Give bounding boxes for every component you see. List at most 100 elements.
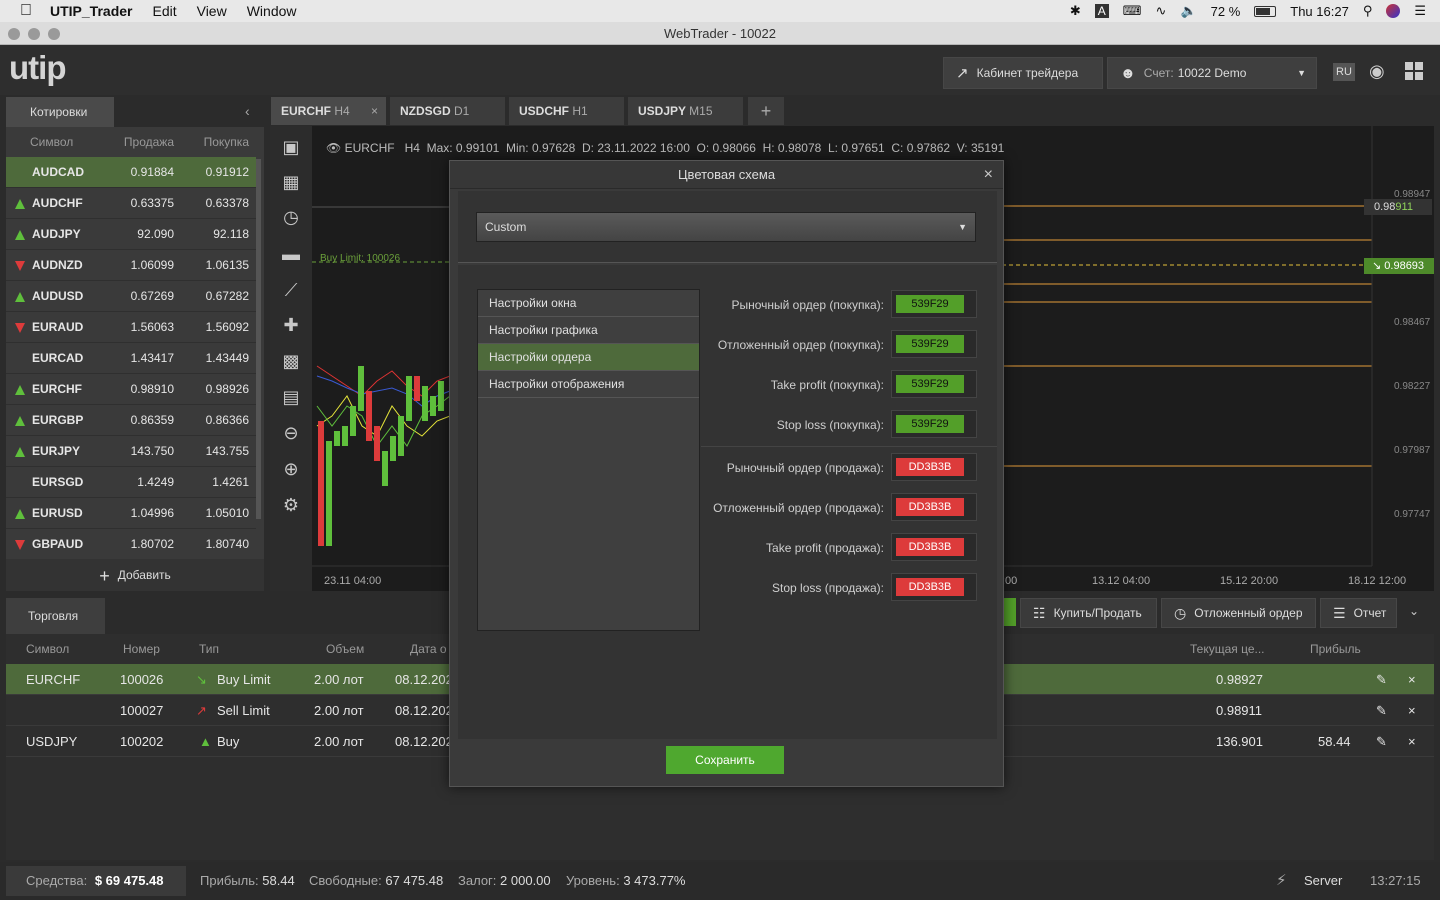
tab-symbol: USDJPY bbox=[638, 104, 686, 118]
edit-icon[interactable]: ✎ bbox=[1376, 703, 1387, 719]
bluetooth-icon[interactable]: ✱ bbox=[1070, 3, 1081, 19]
quote-row-gbpaud[interactable]: GBPAUD 1.80702 1.80740 bbox=[6, 529, 256, 560]
add-tab-button[interactable]: + bbox=[748, 97, 784, 125]
quote-row-audusd[interactable]: AUDUSD 0.67269 0.67282 bbox=[6, 281, 256, 312]
col-symbol[interactable]: Символ bbox=[6, 135, 106, 149]
quote-row-audnzd[interactable]: AUDNZD 1.06099 1.06135 bbox=[6, 250, 256, 281]
candle bbox=[366, 391, 372, 441]
clock[interactable]: Thu 16:27 bbox=[1290, 4, 1349, 19]
quote-row-eursgd[interactable]: EURSGD 1.4249 1.4261 bbox=[6, 467, 256, 498]
crosshair-icon[interactable]: ✚ bbox=[280, 314, 302, 336]
sell-pending-order-color[interactable]: DD3B3B bbox=[891, 493, 977, 521]
col-volume[interactable]: Объем bbox=[326, 642, 364, 656]
sell-market-order-color[interactable]: DD3B3B bbox=[891, 453, 977, 481]
quote-row-euraud[interactable]: EURAUD 1.56063 1.56092 bbox=[6, 312, 256, 343]
quote-row-audjpy[interactable]: AUDJPY 92.090 92.118 bbox=[6, 219, 256, 250]
buy-stop-loss-color[interactable]: 539F29 bbox=[891, 410, 977, 438]
col-date[interactable]: Дата о bbox=[410, 642, 447, 656]
col-type[interactable]: Тип bbox=[199, 642, 219, 656]
buy-sell-button[interactable]: ☷ Купить/Продать bbox=[1020, 598, 1157, 628]
quote-row-eurusd[interactable]: EURUSD 1.04996 1.05010 bbox=[6, 498, 256, 529]
bar-chart-add-icon[interactable]: ▦ bbox=[280, 171, 302, 193]
col-ask[interactable]: Покупка bbox=[174, 135, 249, 149]
report-button[interactable]: ☰ Отчет bbox=[1320, 598, 1397, 628]
edit-icon[interactable]: ✎ bbox=[1376, 734, 1387, 750]
trendline-icon[interactable]: ⟋ bbox=[280, 279, 302, 301]
palette-icon[interactable]: ◉ bbox=[1369, 61, 1385, 82]
sell-take-profit-color[interactable]: DD3B3B bbox=[891, 533, 977, 561]
collapse-left-icon[interactable]: ‹ bbox=[245, 103, 250, 119]
close-tab-icon[interactable]: × bbox=[371, 97, 378, 125]
buy-take-profit-color[interactable]: 539F29 bbox=[891, 370, 977, 398]
timeframe-clock-icon[interactable]: ◷ bbox=[280, 206, 302, 228]
tab-chart-usdjpy[interactable]: USDJPY M15 bbox=[628, 97, 743, 125]
col-current-price[interactable]: Текущая це... bbox=[1190, 642, 1265, 656]
menu-edit[interactable]: Edit bbox=[152, 3, 176, 19]
chart-window-icon[interactable]: ▣ bbox=[280, 136, 302, 158]
keyboard-icon[interactable]: ⌨ bbox=[1123, 3, 1142, 19]
indicators-icon[interactable]: ▬ bbox=[280, 243, 302, 265]
candlestick-icon[interactable]: ▩ bbox=[280, 350, 302, 372]
tab-chart-nzdsgd[interactable]: NZDSGD D1 bbox=[390, 97, 505, 125]
quote-row-audchf[interactable]: AUDCHF 0.63375 0.63378 bbox=[6, 188, 256, 219]
add-symbol-button[interactable]: + Добавить bbox=[6, 559, 264, 591]
tab-symbol: USDCHF bbox=[519, 104, 569, 118]
quote-row-eurchf[interactable]: EURCHF 0.98910 0.98926 bbox=[6, 374, 256, 405]
wifi-icon[interactable]: ∿ bbox=[1156, 3, 1167, 19]
col-profit[interactable]: Прибыль bbox=[1310, 642, 1361, 656]
pending-order-button[interactable]: ◷ Отложенный ордер bbox=[1161, 598, 1316, 628]
language-button[interactable]: RU bbox=[1333, 63, 1355, 81]
margin-value: 2 000.00 bbox=[500, 873, 551, 888]
quotes-scrollbar[interactable] bbox=[256, 159, 261, 519]
siri-icon[interactable] bbox=[1386, 4, 1401, 18]
tab-chart-usdchf[interactable]: USDCHF H1 bbox=[509, 97, 624, 125]
edit-icon[interactable]: ✎ bbox=[1376, 672, 1387, 688]
save-button[interactable]: Сохранить bbox=[666, 746, 784, 774]
ohlc-bars-icon[interactable]: ▤ bbox=[280, 386, 302, 408]
quote-row-audcad[interactable]: AUDCAD 0.91884 0.91912 bbox=[6, 157, 256, 188]
buy-pending-order-color[interactable]: 539F29 bbox=[891, 330, 977, 358]
volume-icon[interactable]: 🔈 bbox=[1180, 3, 1196, 19]
close-icon[interactable]: × bbox=[1408, 672, 1416, 687]
tab-quotes[interactable]: Котировки bbox=[6, 97, 114, 127]
zoom-in-icon[interactable]: ⊕ bbox=[280, 458, 302, 480]
app-menu[interactable]: UTIP_Trader bbox=[50, 3, 132, 19]
col-symbol[interactable]: Символ bbox=[26, 642, 69, 656]
candle bbox=[318, 421, 324, 546]
server-label[interactable]: Server bbox=[1304, 873, 1342, 888]
layout-grid-icon[interactable] bbox=[1405, 62, 1423, 80]
zoom-window-button[interactable] bbox=[48, 28, 60, 40]
account-select[interactable]: ☻ Счет: 10022 Demo ▼ bbox=[1107, 57, 1317, 89]
input-source-icon[interactable]: A bbox=[1094, 4, 1109, 18]
col-bid[interactable]: Продажа bbox=[106, 135, 174, 149]
minimize-window-button[interactable] bbox=[28, 28, 40, 40]
scheme-select[interactable]: Custom ▼ bbox=[476, 212, 976, 242]
menu-view[interactable]: View bbox=[197, 3, 227, 19]
tab-timeframe: H1 bbox=[572, 104, 588, 118]
tab-chart-eurchf[interactable]: EURCHF H4 × bbox=[271, 97, 386, 125]
trader-cabinet-button[interactable]: ↗ Кабинет трейдера bbox=[943, 57, 1103, 89]
buy-market-order-color[interactable]: 539F29 bbox=[891, 290, 977, 318]
tab-trading[interactable]: Торговля bbox=[6, 598, 105, 634]
close-icon[interactable]: × bbox=[1408, 734, 1416, 749]
sell-stop-loss-color[interactable]: DD3B3B bbox=[891, 573, 977, 601]
col-number[interactable]: Номер bbox=[123, 642, 160, 656]
quote-row-eurjpy[interactable]: EURJPY 143.750 143.755 bbox=[6, 436, 256, 467]
battery-label[interactable]: 72 % bbox=[1211, 4, 1241, 19]
apple-icon[interactable]:  bbox=[20, 2, 32, 20]
chevron-down-icon[interactable]: ⌄ bbox=[1409, 604, 1419, 618]
quote-row-eurgbp[interactable]: EURGBP 0.86359 0.86366 bbox=[6, 405, 256, 436]
quote-bid: 1.56063 bbox=[130, 320, 174, 334]
quote-row-eurcad[interactable]: EURCAD 1.43417 1.43449 bbox=[6, 343, 256, 374]
menu-window[interactable]: Window bbox=[247, 3, 297, 19]
close-icon[interactable]: × bbox=[1408, 703, 1416, 718]
color-value: 539F29 bbox=[896, 295, 964, 313]
close-dialog-icon[interactable]: × bbox=[984, 161, 993, 189]
notification-center-icon[interactable]: ☰ bbox=[1414, 3, 1426, 19]
level-stat: Уровень: 3 473.77% bbox=[566, 873, 686, 888]
battery-icon[interactable] bbox=[1254, 5, 1277, 17]
chart-settings-gear-icon[interactable]: ⚙ bbox=[280, 494, 302, 516]
zoom-out-icon[interactable]: ⊖ bbox=[280, 422, 302, 444]
search-icon[interactable]: ⚲ bbox=[1363, 3, 1373, 19]
close-window-button[interactable] bbox=[8, 28, 20, 40]
